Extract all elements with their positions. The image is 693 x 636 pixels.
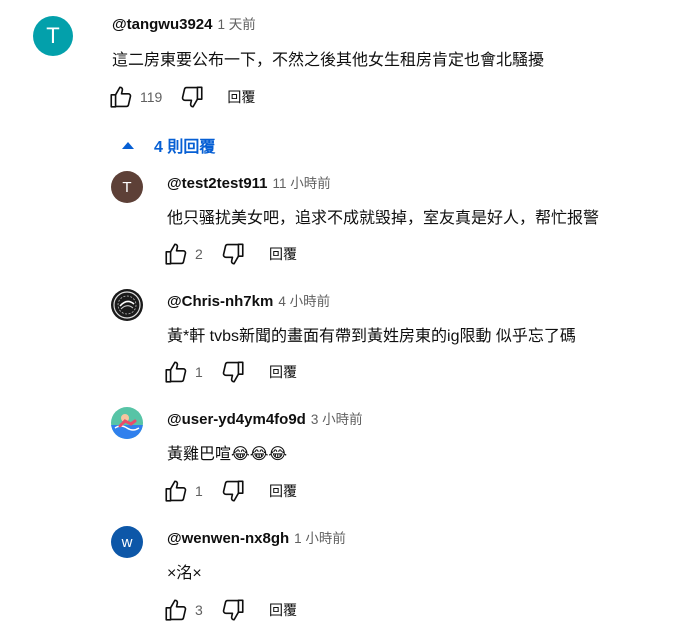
dislike-button[interactable] [219, 478, 247, 504]
top-comment: T @tangwu3924 1 天前 這二房東要公布一下，不然之後其他女生租房肯定… [0, 0, 693, 120]
comment-actions: 3 回覆 [162, 597, 297, 623]
comment-header: @wenwen-nx8gh 1 小時前 [167, 527, 346, 548]
like-count: 1 [195, 483, 203, 499]
comment-time[interactable]: 11 小時前 [273, 176, 331, 191]
thumbs-down-icon [182, 86, 203, 108]
reply-comment: @user-yd4ym4fo9d 3 小時前 黃雞巴喧😂😂😂 1 回覆 [0, 407, 693, 507]
like-button[interactable] [162, 597, 190, 623]
like-button[interactable] [162, 478, 190, 504]
comment-author[interactable]: @tangwu3924 [112, 16, 213, 33]
comment-time[interactable]: 3 小時前 [311, 412, 363, 427]
comment-header: @Chris-nh7km 4 小時前 [167, 290, 330, 311]
comment-header: @test2test911 11 小時前 [167, 172, 331, 193]
replies-toggle[interactable]: 4 則回覆 [120, 133, 215, 157]
comment-actions: 119 回覆 [107, 84, 255, 110]
comment-actions: 1 回覆 [162, 478, 297, 504]
like-button[interactable] [162, 359, 190, 385]
like-button[interactable] [107, 84, 135, 110]
comment-header: @user-yd4ym4fo9d 3 小時前 [167, 408, 363, 429]
comment-text: ×洺× [167, 565, 202, 582]
like-button[interactable] [162, 241, 190, 267]
thumbs-up-icon [110, 86, 132, 108]
comment-text: 他只骚扰美女吧，追求不成就毁掉，室友真是好人，帮忙报警 [167, 210, 600, 227]
reply-button[interactable]: 回覆 [227, 87, 255, 107]
avatar-logo-icon [113, 291, 141, 319]
avatar[interactable] [111, 289, 143, 321]
avatar[interactable] [111, 407, 143, 439]
avatar[interactable]: T [111, 171, 143, 203]
comment-header: @tangwu3924 1 天前 [112, 13, 256, 34]
reply-comment: @Chris-nh7km 4 小時前 黃*軒 tvbs新聞的畫面有帶到黃姓房東的i… [0, 289, 693, 389]
like-count: 119 [140, 89, 163, 105]
replies-toggle-label: 4 則回覆 [154, 139, 216, 156]
thumbs-up-icon [165, 361, 187, 383]
like-count: 3 [195, 602, 203, 618]
thumbs-up-icon [165, 243, 187, 265]
avatar-letter: w [121, 533, 133, 551]
reply-button[interactable]: 回覆 [269, 244, 297, 264]
thumbs-down-icon [222, 599, 244, 621]
like-count: 2 [195, 246, 203, 262]
thumbs-up-icon [165, 599, 187, 621]
comment-text: 黃雞巴喧😂😂😂 [167, 446, 288, 463]
dislike-button[interactable] [219, 359, 247, 385]
like-count: 1 [195, 364, 203, 380]
dislike-button[interactable] [219, 241, 247, 267]
avatar[interactable]: w [111, 526, 143, 558]
dislike-button[interactable] [219, 597, 247, 623]
avatar-figure-icon [111, 414, 143, 439]
comment-time[interactable]: 1 天前 [218, 17, 256, 32]
thumbs-down-icon [222, 361, 244, 383]
avatar-letter: T [122, 178, 132, 196]
thumbs-up-icon [165, 480, 187, 502]
thumbs-down-icon [222, 480, 244, 502]
comment-author[interactable]: @test2test911 [167, 175, 268, 192]
comment-text: 黃*軒 tvbs新聞的畫面有帶到黃姓房東的ig限動 似乎忘了碼 [167, 328, 576, 345]
comment-text: 這二房東要公布一下，不然之後其他女生租房肯定也會北騷擾 [112, 52, 545, 69]
reply-button[interactable]: 回覆 [269, 362, 297, 382]
comment-time[interactable]: 1 小時前 [294, 531, 346, 546]
comment-author[interactable]: @wenwen-nx8gh [167, 530, 289, 547]
comment-author[interactable]: @Chris-nh7km [167, 293, 273, 310]
reply-button[interactable]: 回覆 [269, 481, 297, 501]
reply-button[interactable]: 回覆 [269, 600, 297, 620]
comment-time[interactable]: 4 小時前 [278, 294, 330, 309]
comment-actions: 1 回覆 [162, 359, 297, 385]
avatar-letter: T [46, 23, 60, 48]
comment-actions: 2 回覆 [162, 241, 297, 267]
avatar[interactable]: T [33, 16, 73, 56]
dislike-button[interactable] [178, 84, 206, 110]
reply-comment: w @wenwen-nx8gh 1 小時前 ×洺× 3 回覆 [0, 526, 693, 626]
caret-up-icon [122, 141, 134, 149]
reply-comment: T @test2test911 11 小時前 他只骚扰美女吧，追求不成就毁掉，室友… [0, 171, 693, 271]
comment-author[interactable]: @user-yd4ym4fo9d [167, 411, 306, 428]
thumbs-down-icon [222, 243, 244, 265]
